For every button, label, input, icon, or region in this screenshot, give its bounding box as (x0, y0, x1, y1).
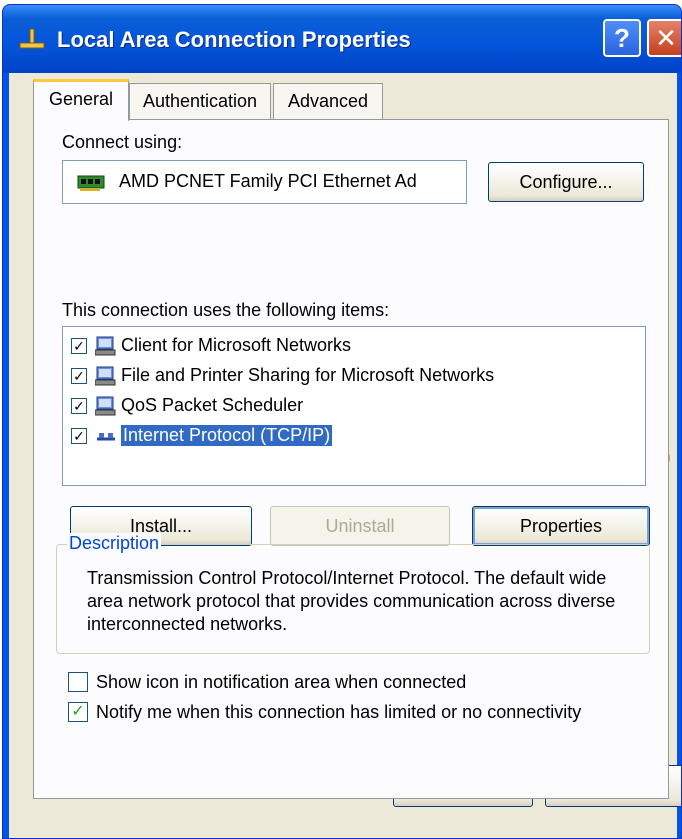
tab-advanced[interactable]: Advanced (273, 83, 383, 119)
title-bar[interactable]: Local Area Connection Properties ? ✕ (3, 5, 681, 73)
description-group: Description Transmission Control Protoco… (56, 533, 650, 654)
connect-using-label: Connect using: (62, 132, 183, 152)
description-text: Transmission Control Protocol/Internet P… (87, 568, 616, 634)
adapter-field: AMD PCNET Family PCI Ethernet Ad (62, 160, 467, 204)
notify-label: Notify me when this connection has limit… (96, 702, 582, 722)
network-client-icon (95, 336, 116, 356)
checkbox-unchecked-icon[interactable] (68, 672, 88, 692)
uninstall-button[interactable]: Uninstall (270, 506, 450, 546)
checkbox-checked-icon[interactable]: ✓ (71, 428, 87, 444)
help-button[interactable]: ? (603, 19, 641, 57)
tab-general[interactable]: General (33, 79, 129, 121)
show-icon-label: Show icon in notification area when conn… (96, 672, 467, 692)
close-icon: ✕ (655, 23, 677, 53)
configure-button[interactable]: Configure... (488, 162, 644, 202)
adapter-name: AMD PCNET Family PCI Ethernet Ad (119, 171, 417, 191)
network-connection-icon (19, 28, 45, 49)
checkbox-checked-icon[interactable]: ✓ (71, 368, 87, 384)
components-list[interactable]: ✓ Client for Microsoft Networks ✓ File a… (62, 326, 646, 486)
checkbox-checked-icon[interactable]: ✓ (68, 702, 88, 722)
dialog-window: Local Area Connection Properties ? ✕ Gen… (2, 4, 682, 839)
items-label: This connection uses the following items… (62, 300, 390, 320)
checkbox-checked-icon[interactable]: ✓ (71, 398, 87, 414)
close-button[interactable]: ✕ (647, 19, 681, 57)
network-protocol-icon (97, 433, 115, 441)
network-service-icon (95, 366, 116, 386)
description-title: Description (67, 533, 162, 554)
general-tab-panel: Connect using: AMD PCNET Family PCI Ethe… (33, 119, 669, 799)
network-adapter-icon (77, 175, 105, 191)
tab-authentication[interactable]: Authentication (129, 83, 271, 119)
checkbox-checked-icon[interactable]: ✓ (71, 338, 87, 354)
network-service-icon (95, 396, 116, 416)
window-title: Local Area Connection Properties (57, 27, 411, 52)
dialog-client-area: General Authentication Advanced Connect … (9, 73, 681, 838)
properties-button[interactable]: Properties (472, 506, 650, 546)
